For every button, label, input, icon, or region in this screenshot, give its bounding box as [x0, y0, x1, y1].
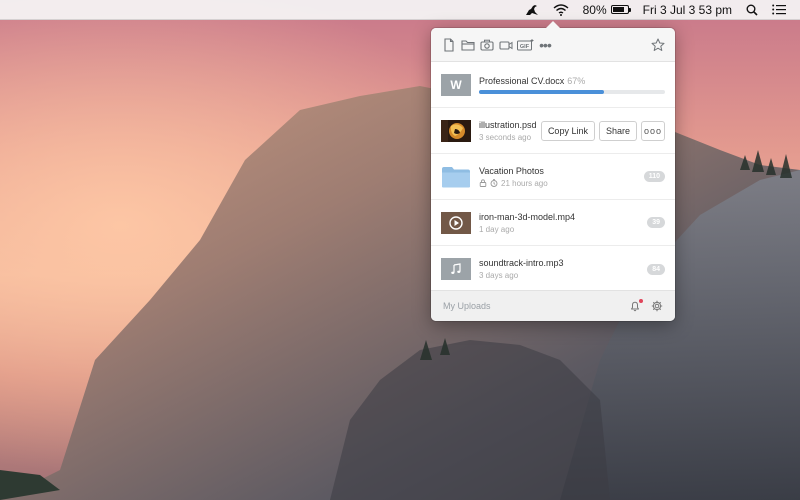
upload-progress-bar [479, 89, 665, 94]
file-row[interactable]: soundtrack-intro.mp3 3 days ago 84 [431, 246, 675, 292]
file-row[interactable]: illustration.psd 3 seconds ago Copy Link… [431, 108, 675, 154]
popover-footer: My Uploads [431, 290, 675, 321]
gif-label: GIF [520, 44, 530, 50]
battery-fill [612, 7, 624, 12]
file-time: 3 days ago [479, 271, 519, 280]
file-name: Professional CV.docx 67% [479, 76, 665, 86]
menu-bar: 80% Fri 3 Jul 3 53 pm [0, 0, 800, 20]
popover-toolbar: GIF ••• [431, 28, 675, 62]
file-time: 3 seconds ago [479, 132, 532, 142]
wifi-icon[interactable] [553, 3, 569, 16]
image-thumbnail [441, 119, 471, 142]
spotlight-search-icon[interactable] [746, 4, 758, 16]
view-count-badge: 84 [647, 263, 665, 275]
bell-icon[interactable] [629, 299, 643, 312]
file-name: illustration.psd [479, 119, 537, 130]
lock-icon [479, 179, 487, 187]
my-uploads-link[interactable]: My Uploads [443, 301, 619, 311]
video-icon[interactable] [498, 37, 513, 52]
copy-link-button[interactable]: Copy Link [540, 120, 595, 141]
mountain-landscape [0, 0, 800, 500]
upload-progress-fill [479, 89, 604, 94]
file-info: illustration.psd 3 seconds ago [479, 120, 537, 142]
share-button[interactable]: Share [598, 120, 637, 141]
file-meta: 21 hours ago [479, 179, 644, 188]
new-file-icon[interactable] [441, 37, 456, 52]
timer-icon [490, 179, 498, 187]
file-name: soundtrack-intro.mp3 [479, 258, 564, 268]
view-count-badge: 110 [643, 171, 665, 182]
file-row[interactable]: Vacation Photos 21 hours ago 110 [431, 154, 675, 200]
uploads-popover: GIF ••• W Professional CV.docx 67% illust… [431, 21, 675, 321]
more-icon[interactable]: ••• [538, 37, 552, 52]
word-document-icon: W [441, 73, 471, 96]
folder-icon[interactable] [460, 37, 475, 52]
folder-thumbnail-icon [441, 166, 471, 188]
gear-icon[interactable] [651, 300, 663, 312]
gif-icon[interactable]: GIF [517, 37, 534, 52]
audio-file-icon [441, 258, 471, 280]
clock[interactable]: Fri 3 Jul 3 53 pm [643, 3, 732, 17]
kangaroo-app-icon[interactable] [525, 4, 539, 16]
battery-percent: 80% [582, 2, 607, 17]
file-name: Vacation Photos [479, 165, 544, 176]
more-actions-button[interactable]: ooo [641, 120, 665, 141]
desktop-wallpaper [0, 0, 800, 500]
file-row-uploading[interactable]: W Professional CV.docx 67% [431, 62, 675, 108]
battery-icon [610, 5, 631, 14]
file-time: 1 day ago [479, 224, 515, 234]
file-info: iron-man-3d-model.mp4 1 day ago [479, 212, 647, 234]
file-info: soundtrack-intro.mp3 3 days ago [479, 258, 647, 280]
file-info: Vacation Photos 21 hours ago [479, 166, 644, 188]
video-thumbnail [441, 211, 471, 234]
star-icon[interactable] [650, 37, 665, 52]
file-time: 21 hours ago [501, 178, 548, 188]
upload-percent: 67% [567, 75, 586, 86]
notification-center-icon[interactable] [772, 4, 786, 15]
notification-dot [639, 299, 643, 303]
view-count-badge: 39 [647, 217, 665, 228]
file-info: Professional CV.docx 67% [479, 76, 665, 94]
battery-status[interactable]: 80% [582, 2, 631, 17]
file-name: iron-man-3d-model.mp4 [479, 211, 576, 222]
file-name-text: Professional CV.docx [479, 75, 565, 86]
camera-icon[interactable] [479, 37, 494, 52]
file-row[interactable]: iron-man-3d-model.mp4 1 day ago 39 [431, 200, 675, 246]
